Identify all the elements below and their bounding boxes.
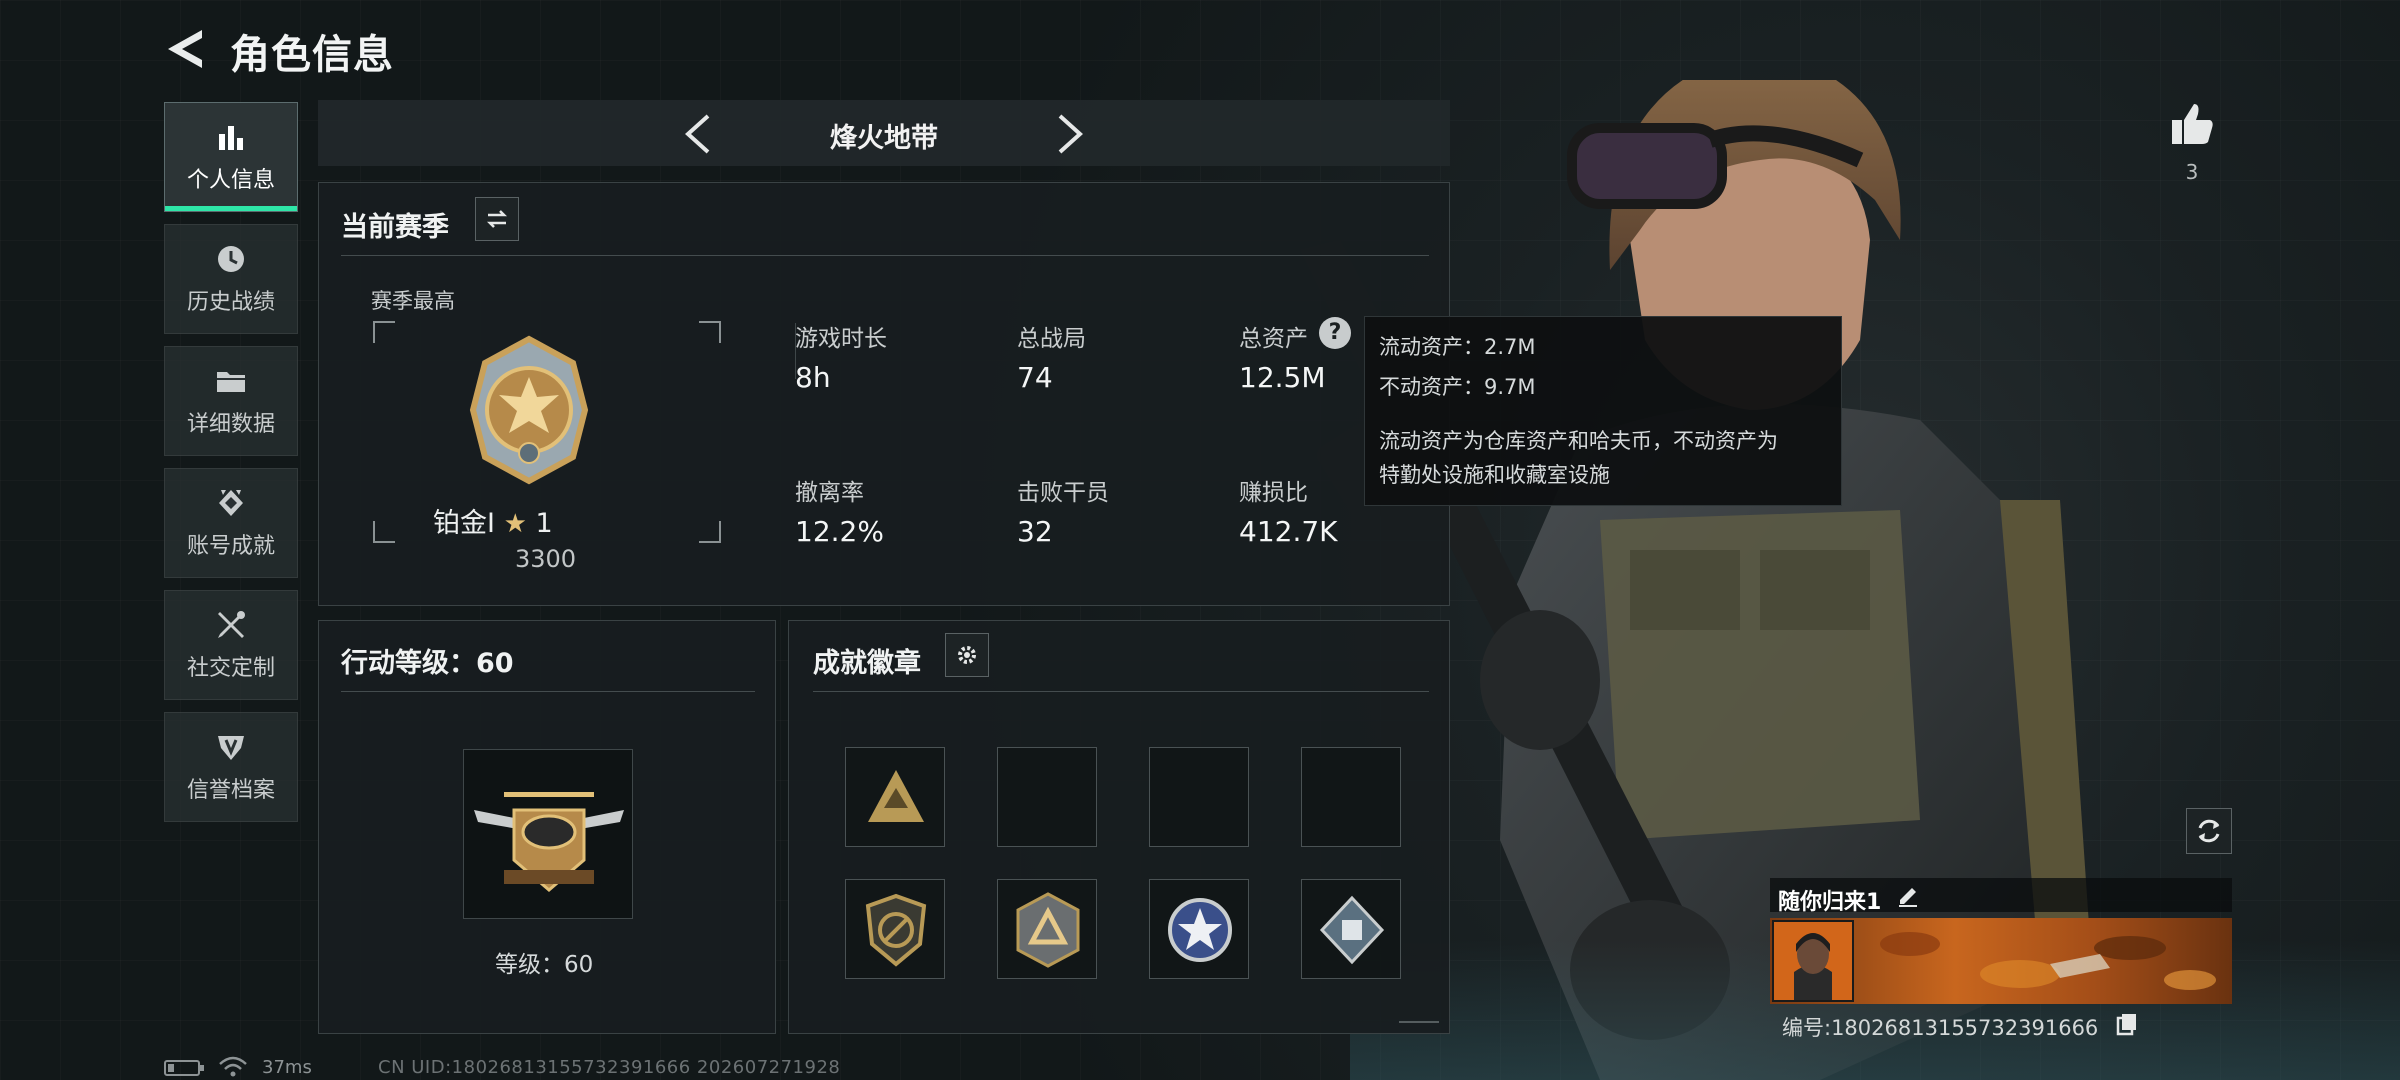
rank-score: 3300	[515, 545, 577, 573]
avatar[interactable]	[1772, 920, 1854, 1002]
divider	[341, 255, 1429, 256]
player-name: 随你归来1	[1778, 890, 1882, 915]
page-title: 角色信息	[230, 32, 394, 78]
badge-slot[interactable]	[1301, 879, 1401, 979]
stat-label-profit-ratio: 赚损比	[1239, 480, 1308, 506]
help-icon[interactable]: ?	[1319, 317, 1351, 349]
copy-icon[interactable]	[2116, 1012, 2138, 1036]
bar-chart-icon	[219, 126, 243, 150]
stat-value-total-assets: 12.5M	[1239, 361, 1326, 394]
autumn-leaves-pattern	[1880, 932, 2216, 990]
chevron-left-icon[interactable]	[680, 112, 714, 156]
level-emblem-frame	[463, 749, 633, 919]
stat-value-profit-ratio: 412.7K	[1239, 515, 1338, 548]
rank-tier: 铂金Ⅰ	[433, 508, 495, 539]
stat-value-playtime: 8h	[795, 361, 831, 394]
sidebar-item-social[interactable]: 社交定制	[164, 590, 298, 700]
diamond-box-badge-icon	[1319, 895, 1385, 965]
badge-slot[interactable]	[1149, 879, 1249, 979]
swap-icon	[486, 210, 508, 228]
shield-circle-badge-icon	[865, 893, 927, 967]
season-best-label: 赛季最高	[371, 289, 455, 313]
stat-label-total-assets: 总资产	[1239, 326, 1308, 352]
current-season-panel: 当前赛季 赛季最高 铂金Ⅰ ★ 1 3300 游戏时长 8h 总战局 74 总资…	[318, 182, 1450, 606]
clock-icon	[218, 246, 244, 272]
badge-slot-empty[interactable]	[997, 747, 1097, 847]
badge-slot[interactable]	[845, 879, 945, 979]
shield-icon	[218, 736, 244, 760]
frame-corner	[373, 321, 395, 343]
player-id: 编号:18026813155732391666	[1782, 1016, 2099, 1040]
action-level-panel: 行动等级：60 等级：60	[318, 620, 776, 1034]
battery-icon	[164, 1060, 204, 1076]
divider	[813, 691, 1429, 692]
sidebar-item-reputation[interactable]: 信誉档案	[164, 712, 298, 822]
frame-corner	[699, 321, 721, 343]
sidebar-item-label: 详细数据	[186, 412, 275, 437]
sidebar-item-label: 社交定制	[186, 656, 275, 681]
sidebar-item-label: 个人信息	[186, 168, 275, 193]
back-arrow-icon[interactable]	[162, 26, 208, 72]
season-title: 当前赛季	[341, 212, 449, 243]
season-switch-button[interactable]	[475, 197, 519, 241]
edit-icon[interactable]	[1896, 884, 1920, 908]
like-count: 3	[2185, 160, 2199, 184]
thumbs-up-icon[interactable]	[2168, 100, 2216, 148]
sidebar-item-label: 信誉档案	[186, 778, 275, 803]
tooltip-description-cont: 特勤处设施和收藏室设施	[1379, 463, 1610, 487]
gold-triangle-badge-icon	[868, 770, 924, 822]
rank-star-icon: ★	[503, 509, 527, 539]
frame-corner	[699, 521, 721, 543]
frame-corner	[373, 521, 395, 543]
tools-icon	[218, 611, 245, 638]
stat-value-total-matches: 74	[1017, 361, 1053, 394]
stat-label-extraction-rate: 撤离率	[795, 480, 864, 506]
stat-label-total-matches: 总战局	[1017, 326, 1086, 352]
rotate-model-button[interactable]	[2186, 808, 2232, 854]
badges-title: 成就徽章	[813, 648, 921, 679]
player-namecard-banner	[1770, 918, 2232, 1004]
mode-title: 烽火地带	[830, 123, 938, 154]
wifi-icon	[219, 1056, 247, 1077]
blue-star-badge-icon	[1168, 898, 1232, 962]
triangle-emblem-badge-icon	[1016, 892, 1080, 968]
assets-tooltip: 流动资产：2.7M 不动资产：9.7M 流动资产为仓库资产和哈夫币，不动资产为 …	[1364, 316, 1842, 506]
stat-label-kills: 击败干员	[1017, 480, 1109, 506]
rank-stars: 1	[535, 508, 553, 539]
helicopter-emblem-icon	[474, 792, 624, 892]
folder-icon	[217, 372, 245, 392]
tooltip-liquid-assets: 流动资产：2.7M	[1379, 335, 1536, 359]
sidebar-item-history[interactable]: 历史战绩	[164, 224, 298, 334]
badge-slot-empty[interactable]	[1149, 747, 1249, 847]
stat-value-kills: 32	[1017, 515, 1053, 548]
achievement-badges-panel: 成就徽章	[788, 620, 1450, 1034]
action-level-title: 行动等级：60	[341, 648, 514, 679]
stat-value-extraction-rate: 12.2%	[795, 515, 884, 548]
mode-switch-bar: 烽火地带	[318, 100, 1450, 166]
gear-icon	[958, 646, 976, 664]
sidebar-item-label: 账号成就	[186, 534, 275, 559]
platinum-rank-emblem-icon	[469, 335, 589, 485]
panel-corner-mark	[1399, 1009, 1439, 1023]
tooltip-description: 流动资产为仓库资产和哈夫币，不动资产为	[1379, 429, 1778, 453]
tooltip-fixed-assets: 不动资产：9.7M	[1379, 375, 1536, 399]
badge-slot-empty[interactable]	[1301, 747, 1401, 847]
chevron-right-icon[interactable]	[1054, 112, 1088, 156]
network-ping: 37ms	[262, 1057, 312, 1078]
badge-slot[interactable]	[997, 879, 1097, 979]
stat-label-playtime: 游戏时长	[795, 326, 887, 352]
achievement-icon	[219, 490, 243, 516]
rank-name: 铂金Ⅰ ★ 1	[433, 501, 553, 540]
avatar-portrait-icon	[1774, 922, 1852, 1000]
sidebar-item-label: 历史战绩	[186, 290, 275, 315]
level-text: 等级：60	[495, 952, 594, 978]
badge-slot[interactable]	[845, 747, 945, 847]
client-uid: CN UID:18026813155732391666 202607271928	[378, 1057, 841, 1078]
refresh-icon	[2198, 819, 2220, 843]
sidebar-item-achievements[interactable]: 账号成就	[164, 468, 298, 578]
sidebar-item-detailed-data[interactable]: 详细数据	[164, 346, 298, 456]
sidebar-item-personal-info[interactable]: 个人信息	[164, 102, 298, 212]
badges-settings-button[interactable]	[945, 633, 989, 677]
divider	[341, 691, 755, 692]
